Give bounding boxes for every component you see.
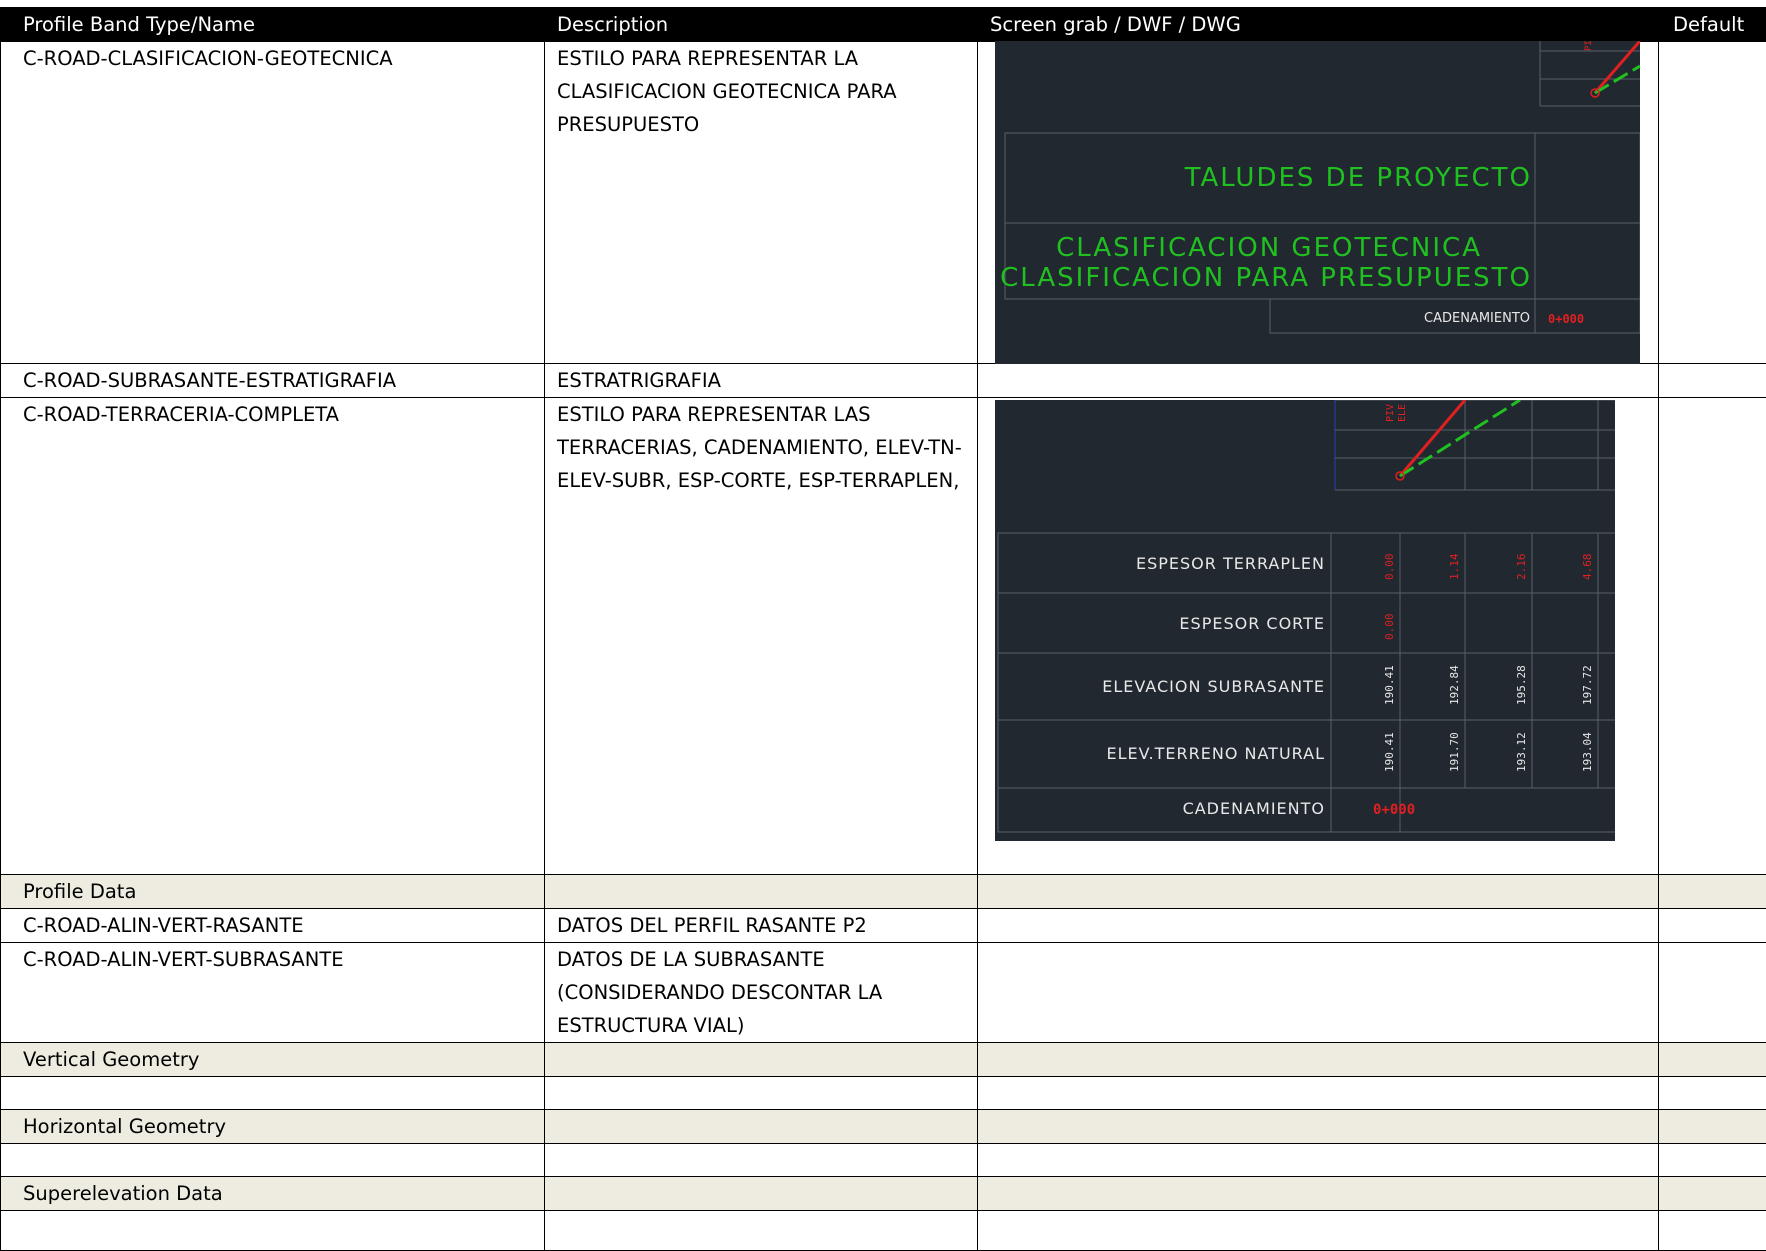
value-elev-terreno-natural: 191.70 — [1448, 732, 1461, 772]
value-espesor-terraplen: 1.14 — [1448, 553, 1461, 580]
row-description: DATOS DEL PERFIL RASANTE P2 — [545, 909, 978, 943]
row-name: C-ROAD-ALIN-VERT-SUBRASANTE — [1, 943, 545, 1043]
value-elevacion-subrasante: 190.41 — [1383, 665, 1396, 705]
section-row: Vertical Geometry — [1, 1043, 1766, 1077]
table-row — [1, 1144, 1766, 1177]
value-elev-terreno-natural: 193.12 — [1515, 732, 1528, 772]
piv-label: PIV — [1385, 404, 1396, 422]
empty-cell — [1659, 1144, 1766, 1177]
section-cell — [1659, 1110, 1766, 1144]
section-title: Vertical Geometry — [1, 1043, 545, 1077]
section-row: Profile Data — [1, 875, 1766, 909]
section-title: Superelevation Data — [1, 1177, 545, 1211]
section-cell — [978, 875, 1659, 909]
cad-label-espesor-terraplen: ESPESOR TERRAPLEN — [1136, 554, 1325, 573]
header-name: Profile Band Type/Name — [1, 8, 545, 42]
empty-cell — [1659, 1077, 1766, 1110]
value-espesor-terraplen: 4.68 — [1581, 554, 1594, 581]
row-screen-grab — [978, 364, 1659, 398]
empty-cell — [978, 1077, 1659, 1110]
section-title: Horizontal Geometry — [1, 1110, 545, 1144]
empty-cell — [545, 1077, 978, 1110]
cad-label-cadenamiento: CADENAMIENTO — [1183, 799, 1325, 818]
red-grade-line — [1400, 400, 1465, 476]
section-title: Profile Data — [1, 875, 545, 909]
section-cell — [1659, 1177, 1766, 1211]
header-description: Description — [545, 8, 978, 42]
section-cell — [545, 1177, 978, 1211]
section-cell — [978, 1110, 1659, 1144]
cad-drawing: PI TALUDES DE PROYECTO CLASIFICACION GEO… — [995, 41, 1640, 364]
cad-label-taludes: TALUDES DE PROYECTO — [1184, 163, 1532, 193]
value-elev-terreno-natural: 190.41 — [1383, 732, 1396, 772]
pi-label: PI — [1584, 41, 1594, 51]
row-screen-grab — [978, 909, 1659, 943]
row-default — [1659, 42, 1766, 364]
cad-label-clasificacion-presupuesto: CLASIFICACION PARA PRESUPUESTO — [1000, 263, 1532, 293]
section-cell — [545, 875, 978, 909]
row-name: C-ROAD-TERRACERIA-COMPLETA — [1, 398, 545, 875]
value-elev-terreno-natural: 193.04 — [1581, 732, 1594, 772]
cad-screenshot-clasificacion: PI TALUDES DE PROYECTO CLASIFICACION GEO… — [995, 41, 1640, 364]
row-default — [1659, 943, 1766, 1043]
table-row: C-ROAD-ALIN-VERT-RASANTE DATOS DEL PERFI… — [1, 909, 1766, 943]
table-row: C-ROAD-SUBRASANTE-ESTRATIGRAFIA ESTRATRI… — [1, 364, 1766, 398]
value-elevacion-subrasante: 192.84 — [1448, 665, 1461, 705]
header-default: Default — [1659, 8, 1766, 42]
section-cell — [545, 1043, 978, 1077]
table-row — [1, 1077, 1766, 1110]
empty-cell — [1, 1144, 545, 1177]
cad-label-clasificacion-geotecnica: CLASIFICACION GEOTECNICA — [1056, 233, 1482, 263]
cad-station: 0+000 — [1548, 312, 1584, 326]
document-page: Profile Band Type/Name Description Scree… — [0, 0, 1766, 1245]
row-name: C-ROAD-SUBRASANTE-ESTRATIGRAFIA — [1, 364, 545, 398]
cad-label-cadenamiento: CADENAMIENTO — [1424, 311, 1530, 326]
row-name: C-ROAD-ALIN-VERT-RASANTE — [1, 909, 545, 943]
ele-label: ELE — [1397, 404, 1408, 422]
section-cell — [1659, 875, 1766, 909]
section-cell — [978, 1177, 1659, 1211]
row-default — [1659, 364, 1766, 398]
section-cell — [978, 1043, 1659, 1077]
section-row: Horizontal Geometry — [1, 1110, 1766, 1144]
value-elevacion-subrasante: 195.28 — [1515, 665, 1528, 705]
table-row: C-ROAD-ALIN-VERT-SUBRASANTE DATOS DE LA … — [1, 943, 1766, 1043]
green-ground-line — [1400, 400, 1520, 476]
cad-label-espesor-corte: ESPESOR CORTE — [1179, 614, 1325, 633]
value-espesor-corte: 0.00 — [1383, 614, 1396, 641]
section-cell — [545, 1110, 978, 1144]
row-description: ESTILO PARA REPRESENTAR LA CLASIFICACION… — [545, 42, 978, 364]
cad-label-elevacion-subrasante: ELEVACION SUBRASANTE — [1102, 677, 1325, 696]
section-row: Superelevation Data — [1, 1177, 1766, 1211]
row-default — [1659, 398, 1766, 875]
row-name: C-ROAD-CLASIFICACION-GEOTECNICA — [1, 42, 545, 364]
empty-cell — [978, 1144, 1659, 1177]
value-espesor-terraplen: 2.16 — [1515, 554, 1528, 581]
row-description: ESTILO PARA REPRESENTAR LAS TERRACERIAS,… — [545, 398, 978, 875]
row-default — [1659, 909, 1766, 943]
value-espesor-terraplen: 0.00 — [1383, 554, 1396, 581]
cad-drawing: PIV ELE ESPESOR TERRAPLEN ESPESOR CORTE … — [995, 400, 1615, 841]
row-description: DATOS DE LA SUBRASANTE (CONSIDERANDO DES… — [545, 943, 978, 1043]
value-elevacion-subrasante: 197.72 — [1581, 665, 1594, 705]
cad-screenshot-terraceria: PIV ELE ESPESOR TERRAPLEN ESPESOR CORTE … — [995, 400, 1615, 841]
row-screen-grab — [978, 943, 1659, 1043]
cad-label-elev-terreno-natural: ELEV.TERRENO NATURAL — [1107, 744, 1325, 763]
table-header-row: Profile Band Type/Name Description Scree… — [1, 8, 1766, 42]
empty-cell — [1, 1077, 545, 1110]
cad-station: 0+000 — [1373, 802, 1415, 818]
section-cell — [1659, 1043, 1766, 1077]
header-screen-grab: Screen grab / DWF / DWG — [978, 8, 1659, 42]
empty-cell — [545, 1144, 978, 1177]
row-description: ESTRATRIGRAFIA — [545, 364, 978, 398]
red-grade-line — [1595, 41, 1640, 93]
